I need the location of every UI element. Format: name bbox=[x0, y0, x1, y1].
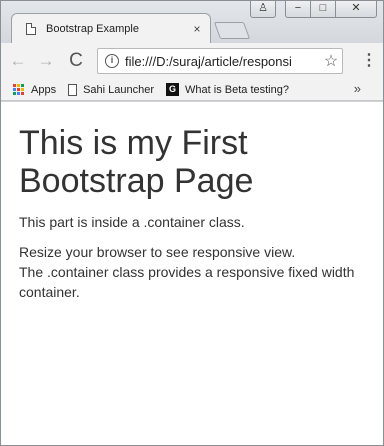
maximize-button[interactable]: □ bbox=[310, 1, 336, 18]
container-description: The .container class provides a responsi… bbox=[19, 264, 355, 300]
window-controls: ♙ − □ ✕ bbox=[250, 1, 377, 18]
page-heading: This is my First Bootstrap Page bbox=[19, 124, 254, 200]
apps-grid-dot bbox=[13, 87, 16, 91]
forward-button[interactable]: → bbox=[35, 50, 57, 72]
bookmark-label: Sahi Launcher bbox=[83, 83, 155, 96]
reload-button[interactable]: C bbox=[65, 50, 87, 72]
info-icon[interactable]: i bbox=[105, 54, 119, 68]
menu-icon[interactable]: ⋮ bbox=[361, 51, 377, 71]
back-button[interactable]: ← bbox=[7, 50, 29, 72]
bookmark-beta-testing[interactable]: G What is Beta testing? bbox=[166, 83, 289, 96]
bookmarks-bar: Apps Sahi Launcher G What is Beta testin… bbox=[1, 79, 383, 101]
url-text[interactable]: file:///D:/suraj/article/responsi bbox=[125, 54, 320, 69]
tab-title: Bootstrap Example bbox=[46, 22, 139, 35]
container-paragraph: This part is inside a .container class. bbox=[19, 214, 245, 230]
minimize-button[interactable]: − bbox=[285, 1, 311, 18]
resize-paragraph: Resize your browser to see responsive vi… bbox=[19, 242, 365, 302]
apps-grid-dot bbox=[17, 87, 20, 91]
apps-grid-dot bbox=[13, 83, 16, 87]
apps-grid-dot bbox=[21, 87, 24, 91]
page-icon bbox=[68, 83, 78, 96]
bookmark-sahi-launcher[interactable]: Sahi Launcher bbox=[68, 83, 155, 96]
toolbar: ← → C i file:///D:/suraj/article/respons… bbox=[1, 43, 383, 79]
resize-line: Resize your browser to see responsive vi… bbox=[19, 244, 296, 260]
page-content: This is my First Bootstrap Page This par… bbox=[1, 102, 383, 445]
title-bar: Bootstrap Example × ♙ − □ ✕ bbox=[1, 1, 383, 43]
close-tab-icon[interactable]: × bbox=[188, 22, 206, 36]
apps-grid-icon bbox=[13, 83, 25, 96]
close-window-button[interactable]: ✕ bbox=[335, 1, 377, 18]
new-tab-button[interactable] bbox=[213, 22, 251, 39]
address-bar[interactable]: i file:///D:/suraj/article/responsi ☆ bbox=[97, 48, 343, 74]
g-logo-icon: G bbox=[166, 83, 180, 96]
bookmarks-overflow-icon[interactable]: » bbox=[354, 81, 361, 96]
apps-grid-dot bbox=[21, 92, 24, 96]
tab-bootstrap-example[interactable]: Bootstrap Example × bbox=[11, 13, 211, 43]
bookmark-star-icon[interactable]: ☆ bbox=[320, 51, 342, 71]
apps-grid-dot bbox=[13, 92, 16, 96]
apps-grid-dot bbox=[17, 83, 20, 87]
bookmark-apps[interactable]: Apps bbox=[13, 83, 57, 96]
bookmark-label: Apps bbox=[31, 83, 57, 96]
apps-grid-dot bbox=[17, 92, 20, 96]
bookmark-label: What is Beta testing? bbox=[185, 83, 289, 96]
user-icon[interactable]: ♙ bbox=[250, 1, 276, 18]
apps-grid-dot bbox=[21, 83, 24, 87]
page-icon bbox=[26, 22, 36, 35]
browser-window: Bootstrap Example × ♙ − □ ✕ ← → C i file… bbox=[0, 0, 384, 446]
